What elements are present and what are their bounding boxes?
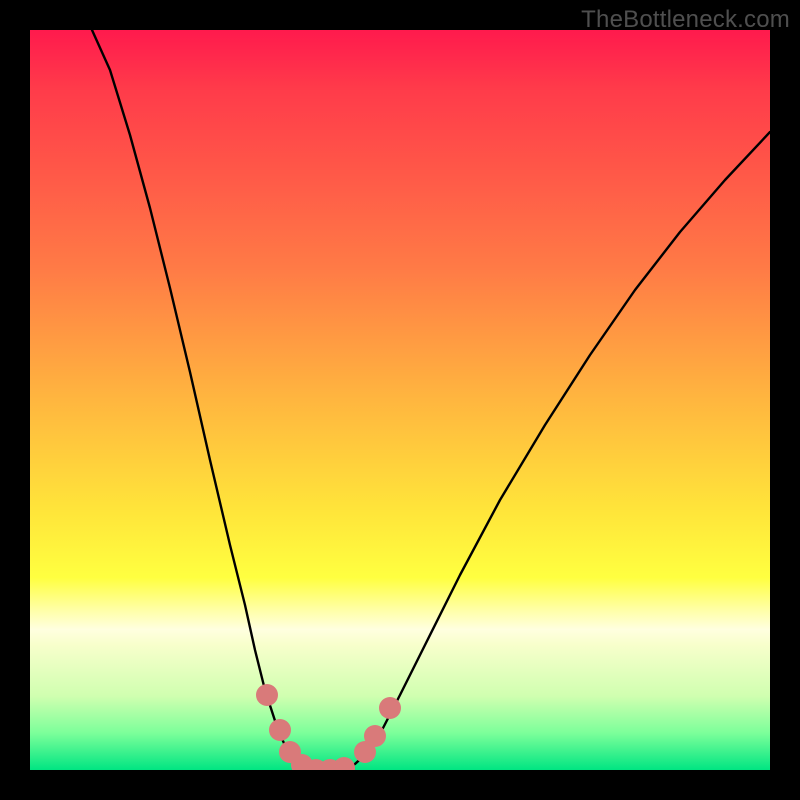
data-marker [269, 719, 291, 741]
data-marker [379, 697, 401, 719]
data-marker [333, 757, 355, 770]
data-marker [256, 684, 278, 706]
watermark-text: TheBottleneck.com [581, 6, 790, 34]
bottleneck-curve [92, 30, 770, 770]
data-marker [364, 725, 386, 747]
curve-layer [30, 30, 770, 770]
plot-area [30, 30, 770, 770]
chart-frame: TheBottleneck.com [0, 0, 800, 800]
